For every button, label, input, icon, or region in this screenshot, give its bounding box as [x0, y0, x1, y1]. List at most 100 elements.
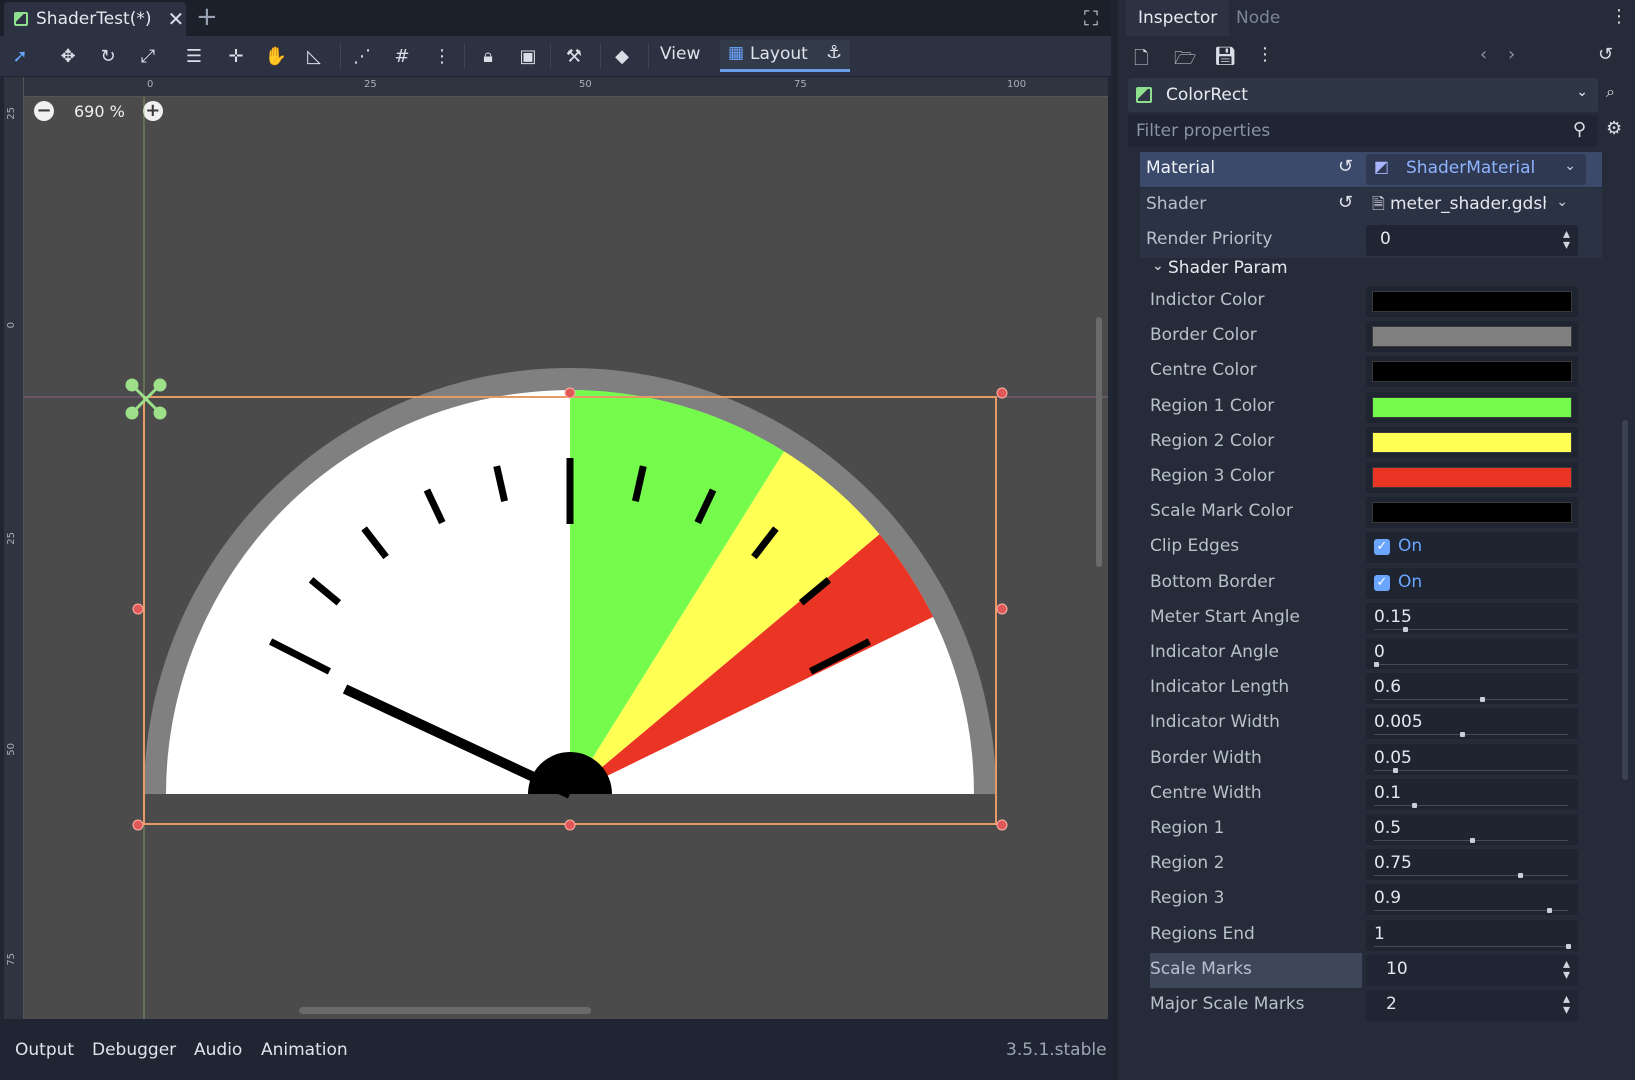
revert-icon[interactable]: ↺: [1338, 156, 1353, 177]
scale-mark-color-picker[interactable]: [1366, 497, 1578, 529]
slider-grabber[interactable]: [1460, 732, 1466, 738]
tab-node[interactable]: Node: [1224, 0, 1292, 36]
scale-marks-spinbox[interactable]: 10 ▴ ▾: [1366, 954, 1578, 986]
region-1-color-picker[interactable]: [1366, 391, 1578, 423]
regions-end-row: Regions End 1: [1140, 918, 1602, 953]
lock-icon[interactable]: 🔒︎: [474, 42, 502, 70]
filter-properties-input[interactable]: Filter properties ⚲: [1128, 115, 1598, 147]
add-tab-icon[interactable]: +: [196, 2, 218, 32]
slider-grabber[interactable]: [1374, 662, 1379, 667]
group-icon[interactable]: ▣: [514, 42, 542, 70]
border-width-slider[interactable]: 0.05: [1366, 743, 1578, 775]
slider-grabber[interactable]: [1518, 873, 1523, 879]
canvas-toolbar: ➚ ✥ ↻ ⤢ ☰ ✛ ✋ ◺ ⋰ # ⋮ 🔒︎ ▣ ⚒ ◆ View ▦ La…: [0, 36, 1111, 76]
centre-color-picker[interactable]: [1366, 356, 1578, 388]
slider-grabber[interactable]: [1566, 943, 1571, 949]
select-tool-icon[interactable]: ➚: [6, 42, 34, 70]
more-icon[interactable]: ⋮: [1610, 6, 1628, 27]
more-options-icon[interactable]: ⋮: [1256, 44, 1274, 65]
border-color-picker[interactable]: [1366, 321, 1578, 353]
region-3-color-picker[interactable]: [1366, 462, 1578, 493]
spin-icon[interactable]: ▴ ▾: [1563, 227, 1570, 252]
pivot-tool-icon[interactable]: ✛: [222, 42, 250, 70]
centre-width-slider[interactable]: 0.1: [1366, 778, 1578, 810]
tab-animation[interactable]: Animation: [261, 1040, 348, 1060]
ruler-tool-icon[interactable]: ◺: [300, 42, 328, 70]
slider-grabber[interactable]: [1412, 802, 1418, 808]
smart-snap-icon[interactable]: ⋰: [348, 42, 376, 70]
slider-grabber[interactable]: [1479, 697, 1485, 703]
region-3-slider[interactable]: 0.9: [1366, 884, 1578, 916]
region-2-slider[interactable]: 0.75: [1366, 849, 1578, 881]
layout-menu[interactable]: ▦ Layout ⚓︎: [720, 40, 850, 72]
spin-icon[interactable]: ▴ ▾: [1563, 992, 1570, 1017]
spin-icon[interactable]: ▴ ▾: [1563, 957, 1570, 982]
tools-icon[interactable]: ⚙: [1606, 118, 1622, 139]
indicator-angle-slider[interactable]: 0: [1366, 638, 1578, 669]
tab-output[interactable]: Output: [15, 1040, 74, 1060]
meter-start-angle-slider[interactable]: 0.15: [1366, 602, 1578, 634]
slider-value: 0.6: [1374, 677, 1402, 698]
doc-icon[interactable]: ⌕: [1606, 82, 1615, 102]
tab-debugger[interactable]: Debugger: [92, 1040, 176, 1060]
new-resource-icon[interactable]: 🗋: [1134, 46, 1148, 76]
grid-snap-icon[interactable]: #: [388, 42, 416, 70]
bone-icon[interactable]: ⚒: [560, 42, 588, 70]
region-2-color-picker[interactable]: [1366, 426, 1578, 458]
slider-grabber[interactable]: [1546, 908, 1552, 914]
region-1-row: Region 1 0.5: [1140, 812, 1602, 847]
scale-tool-icon[interactable]: ⤢: [134, 42, 162, 70]
save-icon[interactable]: 💾︎: [1214, 46, 1237, 67]
tab-audio[interactable]: Audio: [194, 1040, 242, 1060]
indicator-width-slider[interactable]: 0.005: [1366, 708, 1578, 740]
property-label: Indicator Width: [1150, 712, 1280, 733]
property-list: Material ↺ ◩ ShaderMaterial ⌄ Shader ↺ 🗎…: [1140, 152, 1602, 1074]
inspector-scrollbar[interactable]: [1622, 420, 1628, 780]
fullscreen-icon[interactable]: ⛶: [1084, 6, 1098, 30]
region-1-slider[interactable]: 0.5: [1366, 814, 1578, 845]
slider-grabber[interactable]: [1470, 838, 1475, 843]
move-tool-icon[interactable]: ✥: [54, 42, 82, 70]
border-width-row: Border Width 0.05: [1140, 742, 1602, 777]
history-icon[interactable]: ↺: [1598, 44, 1613, 65]
property-label: Indictor Color: [1150, 290, 1265, 310]
load-resource-icon[interactable]: 🗁: [1174, 46, 1196, 76]
slider-grabber[interactable]: [1393, 767, 1399, 773]
history-back-icon[interactable]: ‹: [1480, 44, 1487, 65]
camera-icon[interactable]: ◆: [608, 42, 636, 70]
tab-inspector[interactable]: Inspector: [1126, 0, 1230, 36]
list-select-icon[interactable]: ☰: [180, 42, 208, 70]
pan-tool-icon[interactable]: ✋: [262, 42, 290, 70]
material-value[interactable]: ◩ ShaderMaterial ⌄: [1366, 154, 1586, 185]
major-scale-marks-spinbox[interactable]: 2 ▴ ▾: [1366, 990, 1578, 1021]
viewport-horizontal-scrollbar[interactable]: [299, 1007, 591, 1014]
clip-edges-checkbox[interactable]: ✓ On: [1366, 532, 1578, 564]
node-selector[interactable]: ColorRect ⌄: [1128, 78, 1598, 112]
property-label: Indicator Length: [1150, 677, 1290, 698]
viewport-vertical-scrollbar[interactable]: [1096, 317, 1102, 567]
indictor-color-picker[interactable]: [1366, 286, 1578, 317]
bottom-border-checkbox[interactable]: ✓ On: [1366, 567, 1578, 599]
revert-icon[interactable]: ↺: [1338, 192, 1353, 213]
slider-value: 1: [1374, 923, 1385, 944]
regions-end-slider[interactable]: 1: [1366, 919, 1578, 951]
indicator-length-slider[interactable]: 0.6: [1366, 673, 1578, 705]
property-label: Scale Marks: [1150, 952, 1362, 988]
material-row[interactable]: Material ↺ ◩ ShaderMaterial ⌄: [1140, 152, 1602, 187]
more-options-icon[interactable]: ⋮: [428, 42, 456, 70]
shader-param-section[interactable]: ⌄ Shader Param: [1140, 256, 1602, 284]
history-forward-icon[interactable]: ›: [1508, 44, 1515, 65]
render-priority-label: Render Priority: [1146, 229, 1273, 249]
shader-row[interactable]: Shader ↺ 🗎 meter_shader.gdshader ⌄: [1140, 188, 1602, 223]
slider-grabber[interactable]: [1402, 626, 1408, 632]
scene-tab[interactable]: ShaderTest(*) ✕: [4, 2, 186, 36]
canvas-viewport[interactable]: 0 25 50 75 100 25 0 25 50 75 − 690 % +: [4, 77, 1108, 1019]
view-menu[interactable]: View: [660, 44, 700, 64]
shader-value[interactable]: 🗎 meter_shader.gdshader ⌄: [1366, 190, 1578, 221]
slider-track: [1374, 875, 1568, 877]
render-priority-input[interactable]: 0 ▴ ▾: [1366, 225, 1578, 256]
property-label: Region 1 Color: [1150, 395, 1275, 416]
rotate-tool-icon[interactable]: ↻: [94, 42, 122, 70]
close-icon[interactable]: ✕: [167, 7, 184, 31]
checkbox-label: On: [1398, 571, 1423, 592]
